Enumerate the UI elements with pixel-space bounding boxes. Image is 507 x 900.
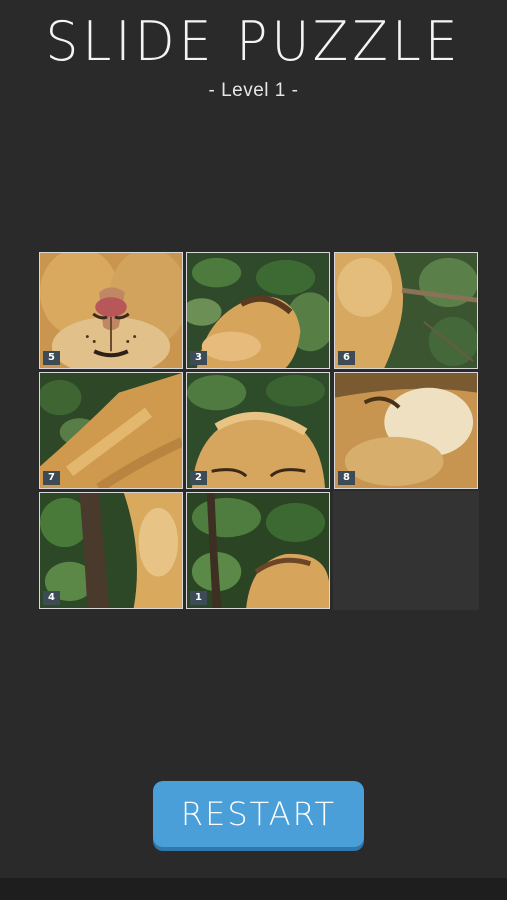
game-title: SLIDE PUZZLE	[45, 10, 462, 74]
bottom-bar	[0, 878, 507, 900]
puzzle-tile-7[interactable]: 7	[39, 372, 183, 489]
puzzle-tile-3[interactable]: 3	[186, 252, 330, 369]
puzzle-tile-5[interactable]: 5	[39, 252, 183, 369]
puzzle-board: 5 3 6 7 2 8 4 1	[39, 252, 479, 610]
tile-image	[187, 373, 329, 488]
tile-image	[335, 373, 477, 488]
puzzle-tile-4[interactable]: 4	[39, 492, 183, 609]
tile-image	[40, 373, 182, 488]
tile-number: 8	[338, 471, 355, 485]
restart-button[interactable]: RESTART	[153, 781, 364, 847]
tile-image	[187, 493, 329, 608]
tile-number: 3	[190, 351, 207, 365]
tile-image	[40, 493, 182, 608]
tile-number: 2	[190, 471, 207, 485]
tile-image	[40, 253, 182, 368]
tile-number: 5	[43, 351, 60, 365]
tile-number: 6	[338, 351, 355, 365]
puzzle-tile-6[interactable]: 6	[334, 252, 478, 369]
tile-number: 7	[43, 471, 60, 485]
empty-slot[interactable]	[333, 491, 479, 610]
tile-image	[187, 253, 329, 368]
tile-number: 1	[190, 591, 207, 605]
puzzle-tile-2[interactable]: 2	[186, 372, 330, 489]
level-label: - Level 1 -	[208, 80, 299, 101]
puzzle-tile-8[interactable]: 8	[334, 372, 478, 489]
puzzle-tile-1[interactable]: 1	[186, 492, 330, 609]
tile-number: 4	[43, 591, 60, 605]
tile-image	[335, 253, 477, 368]
